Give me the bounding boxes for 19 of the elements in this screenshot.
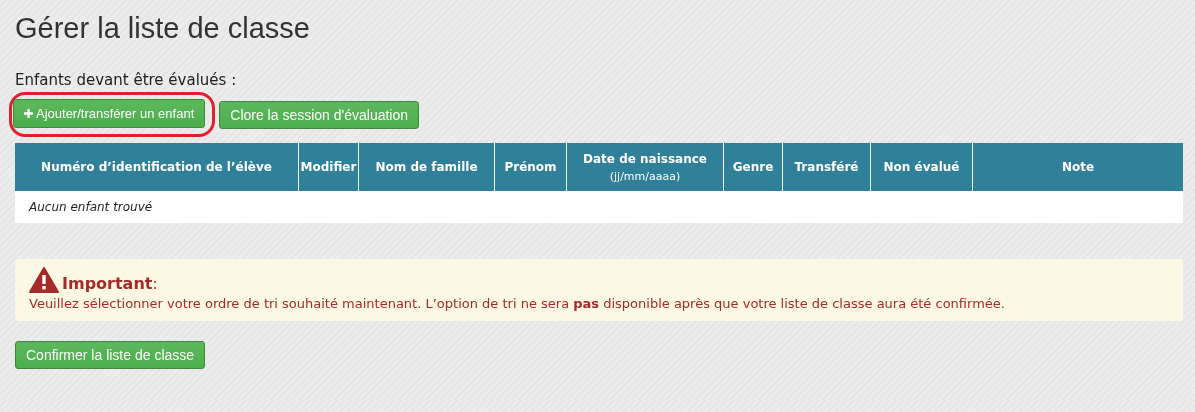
close-session-button[interactable]: Clore la session d'évaluation [219, 100, 420, 129]
empty-message: Aucun enfant trouvé [27, 199, 154, 216]
column-header: Genre [724, 143, 783, 191]
column-header: Transféré [783, 143, 871, 191]
column-header: Note [1060, 159, 1096, 176]
column-header: Nom de famille [359, 143, 495, 191]
plus-icon [24, 109, 33, 118]
warning-icon [29, 267, 59, 293]
column-header: Numéro d’identification de l’élève [15, 143, 299, 191]
column-header: Modifier [299, 143, 359, 191]
alert-heading: Important: [62, 274, 158, 293]
page-title: Gérer la liste de classe [15, 12, 311, 45]
column-header: Date de naissance (jj/mm/aaaa) [567, 143, 724, 191]
confirm-button[interactable]: Confirmer la liste de classe [15, 341, 206, 369]
add-button[interactable]: Ajouter/transférer un enfant [13, 99, 206, 128]
alert-message: Veuillez sélectionner votre ordre de tri souhaité maintenant. L’option de tri ne sera pas disponible après que votre liste de classe aura été confirmée. [29, 296, 1006, 311]
column-header: Non évalué [871, 143, 973, 191]
column-header: Prénom [495, 143, 567, 191]
section-label: Enfants devant être évalués : [15, 71, 238, 89]
